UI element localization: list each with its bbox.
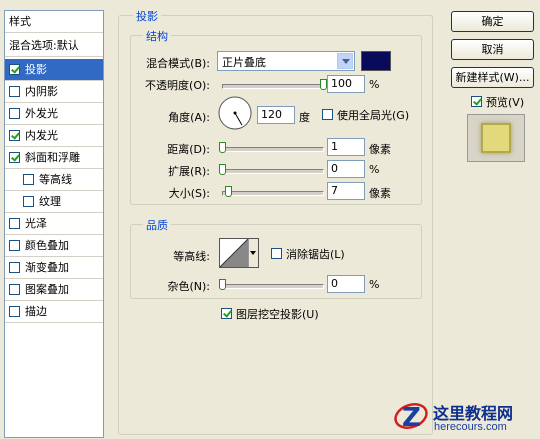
global-light-checkbox[interactable]: [322, 109, 333, 120]
contour-checkbox[interactable]: [23, 174, 34, 185]
sidebar-item-label: 内发光: [25, 129, 58, 142]
angle-label: 角度(A):: [168, 111, 210, 124]
satin-checkbox[interactable]: [9, 218, 20, 229]
anti-alias-checkbox[interactable]: [271, 248, 282, 259]
spread-slider-handle[interactable]: [219, 164, 226, 175]
preview-checkbox[interactable]: [471, 96, 482, 107]
contour-curve-icon: [220, 239, 248, 267]
angle-unit: 度: [299, 111, 310, 124]
angle-input[interactable]: 120: [257, 106, 295, 124]
noise-slider-handle[interactable]: [219, 279, 226, 290]
sidebar-item-stroke[interactable]: 描边: [5, 301, 103, 323]
sidebar-item-blend-options[interactable]: 混合选项:默认: [5, 35, 103, 57]
contour-picker[interactable]: [219, 238, 259, 268]
inner-glow-checkbox[interactable]: [9, 130, 20, 141]
distance-slider-track[interactable]: [222, 147, 324, 152]
styles-list: 样式 混合选项:默认 投影 内阴影 外发光 内发光 斜面和浮雕 等高线 纹理 光…: [4, 10, 104, 438]
sidebar-item-texture[interactable]: 纹理: [5, 191, 103, 213]
blend-mode-select[interactable]: 正片叠底: [217, 51, 355, 71]
structure-group-title: 结构: [143, 28, 171, 44]
global-light-label: 使用全局光(G): [337, 109, 410, 122]
knockout-checkbox[interactable]: [221, 308, 232, 319]
knockout-label: 图层挖空投影(U): [236, 308, 319, 321]
sidebar-item-label: 纹理: [39, 195, 61, 208]
sidebar-item-outer-glow[interactable]: 外发光: [5, 103, 103, 125]
sidebar-item-label: 渐变叠加: [25, 261, 69, 274]
size-unit: 像素: [369, 187, 391, 200]
shadow-color-swatch[interactable]: [361, 51, 391, 71]
sidebar-item-drop-shadow[interactable]: 投影: [5, 59, 103, 81]
contour-label: 等高线:: [173, 250, 210, 263]
opacity-slider-handle[interactable]: [320, 79, 327, 90]
size-label: 大小(S):: [168, 187, 210, 200]
sidebar-item-label: 等高线: [39, 173, 72, 186]
sidebar-item-label: 投影: [25, 63, 47, 76]
site-logo: Z: [393, 398, 429, 434]
spread-slider-track[interactable]: [222, 169, 324, 174]
sidebar-item-inner-glow[interactable]: 内发光: [5, 125, 103, 147]
outer-glow-checkbox[interactable]: [9, 108, 20, 119]
sidebar-item-gradient-overlay[interactable]: 渐变叠加: [5, 257, 103, 279]
noise-input[interactable]: 0: [327, 275, 365, 293]
sidebar-item-label: 内阴影: [25, 85, 58, 98]
sidebar-item-label: 描边: [25, 305, 47, 318]
anti-alias-label: 消除锯齿(L): [286, 248, 345, 261]
sidebar-item-inner-shadow[interactable]: 内阴影: [5, 81, 103, 103]
stroke-checkbox[interactable]: [9, 306, 20, 317]
sidebar-item-label: 图案叠加: [25, 283, 69, 296]
quality-group-title: 品质: [143, 217, 171, 233]
drop-shadow-checkbox[interactable]: [9, 64, 20, 75]
sidebar-item-pattern-overlay[interactable]: 图案叠加: [5, 279, 103, 301]
size-input[interactable]: 7: [327, 182, 365, 200]
sidebar-item-color-overlay[interactable]: 颜色叠加: [5, 235, 103, 257]
opacity-input[interactable]: 100: [327, 75, 365, 93]
opacity-unit: %: [369, 78, 380, 91]
color-overlay-checkbox[interactable]: [9, 240, 20, 251]
contour-dropdown-arrow[interactable]: [248, 239, 258, 267]
spread-unit: %: [369, 163, 380, 176]
noise-slider-track[interactable]: [222, 284, 324, 289]
sidebar-item-label: 斜面和浮雕: [25, 151, 80, 164]
sidebar-item-satin[interactable]: 光泽: [5, 213, 103, 235]
ok-button[interactable]: 确定: [451, 11, 534, 32]
opacity-slider-track[interactable]: [222, 84, 326, 89]
noise-unit: %: [369, 278, 380, 291]
spread-input[interactable]: 0: [327, 160, 365, 178]
gradient-overlay-checkbox[interactable]: [9, 262, 20, 273]
distance-input[interactable]: 1: [327, 138, 365, 156]
sidebar-item-label: 外发光: [25, 107, 58, 120]
noise-label: 杂色(N):: [167, 280, 210, 293]
opacity-label: 不透明度(O):: [145, 79, 210, 92]
sidebar-item-bevel-emboss[interactable]: 斜面和浮雕: [5, 147, 103, 169]
size-slider-handle[interactable]: [225, 186, 232, 197]
new-style-button[interactable]: 新建样式(W)...: [451, 67, 534, 88]
blend-mode-value: 正片叠底: [222, 56, 266, 69]
preview-label: 预览(V): [486, 96, 525, 109]
preview-swatch: [481, 123, 511, 153]
cancel-button[interactable]: 取消: [451, 39, 534, 60]
angle-dial[interactable]: [217, 95, 253, 131]
distance-unit: 像素: [369, 143, 391, 156]
svg-text:Z: Z: [402, 403, 421, 433]
size-slider-track[interactable]: [222, 191, 324, 196]
watermark-url: herecours.com: [434, 421, 507, 433]
sidebar-item-label: 光泽: [25, 217, 47, 230]
inner-shadow-checkbox[interactable]: [9, 86, 20, 97]
spread-label: 扩展(R):: [168, 165, 210, 178]
blend-mode-label: 混合模式(B):: [146, 57, 210, 70]
style-preview-thumbnail: [467, 114, 525, 162]
distance-slider-handle[interactable]: [219, 142, 226, 153]
distance-label: 距离(D):: [167, 143, 210, 156]
drop-shadow-panel-title: 投影: [133, 8, 161, 24]
bevel-emboss-checkbox[interactable]: [9, 152, 20, 163]
chevron-down-icon: [337, 53, 353, 69]
pattern-overlay-checkbox[interactable]: [9, 284, 20, 295]
sidebar-item-label: 颜色叠加: [25, 239, 69, 252]
texture-checkbox[interactable]: [23, 196, 34, 207]
sidebar-item-contour[interactable]: 等高线: [5, 169, 103, 191]
styles-header: 样式: [5, 11, 103, 33]
